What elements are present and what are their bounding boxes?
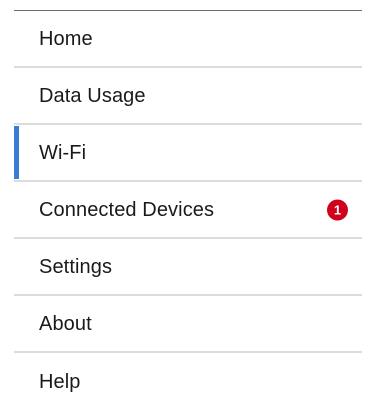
nav-item-label: Wi-Fi <box>39 141 87 164</box>
nav-item-connected-devices[interactable]: Connected Devices 1 <box>14 182 362 239</box>
nav-item-wifi[interactable]: Wi-Fi <box>14 125 362 182</box>
nav-menu: Home Data Usage Wi-Fi Connected Devices … <box>14 10 362 410</box>
nav-item-label: Data Usage <box>39 84 146 107</box>
notification-badge: 1 <box>327 199 348 220</box>
nav-item-home[interactable]: Home <box>14 11 362 68</box>
nav-item-settings[interactable]: Settings <box>14 239 362 296</box>
nav-item-label: Settings <box>39 255 113 278</box>
nav-item-label: Connected Devices <box>39 198 215 221</box>
nav-item-label: Help <box>39 370 81 393</box>
nav-item-label: Home <box>39 27 93 50</box>
nav-item-data-usage[interactable]: Data Usage <box>14 68 362 125</box>
nav-item-label: About <box>39 312 92 335</box>
nav-item-about[interactable]: About <box>14 296 362 353</box>
nav-item-help[interactable]: Help <box>14 353 362 410</box>
